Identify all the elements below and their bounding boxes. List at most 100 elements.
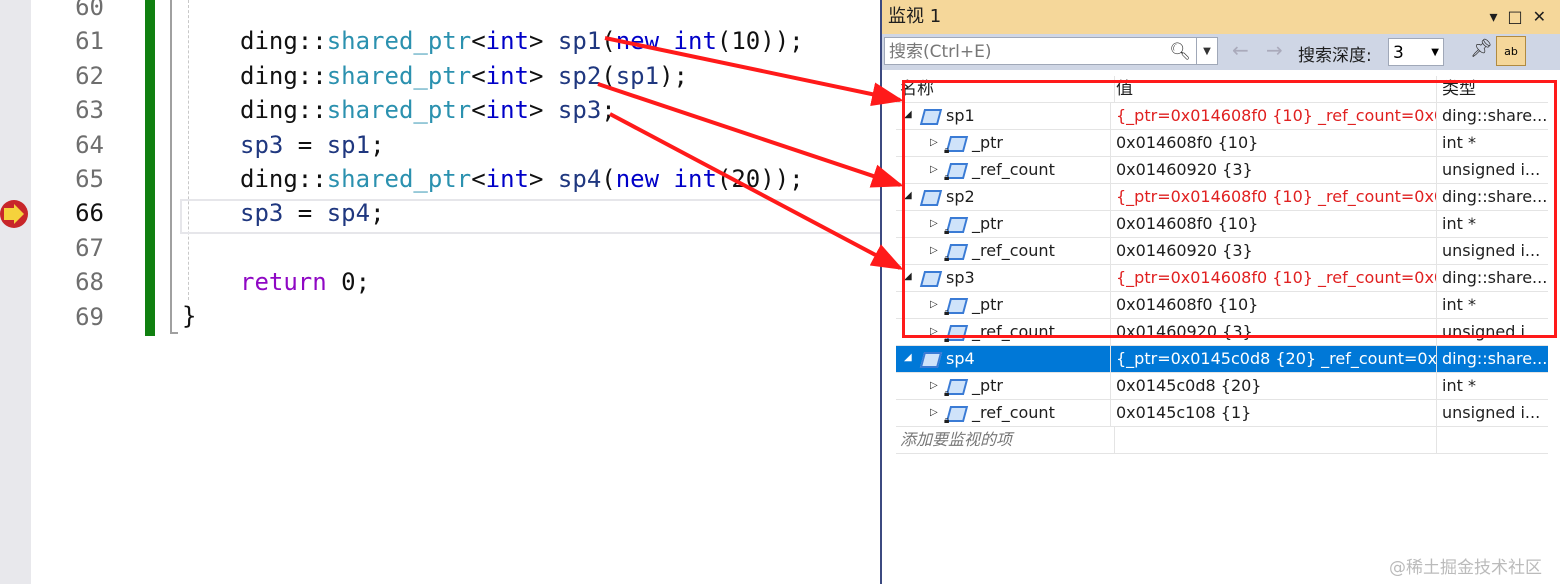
expand-triangle-icon[interactable]: ▷ xyxy=(930,130,938,156)
watch-value[interactable]: 0x01460920 {3} xyxy=(1112,157,1437,183)
code-token: ding:: xyxy=(240,165,327,193)
watch-row[interactable]: ◢ sp3 {_ptr=0x014608f0 {10} _ref_count=0… xyxy=(896,265,1548,292)
code-token: sp2 xyxy=(557,61,602,90)
code-token: sp1 xyxy=(557,27,602,56)
watch-value[interactable]: {_ptr=0x014608f0 {10} _ref_count=0x0... xyxy=(1112,184,1437,210)
watch-grid: 名称 值 类型 ◢ sp1 {_ptr=0x014608f0 {10} _ref… xyxy=(896,76,1548,454)
expand-triangle-icon[interactable]: ▷ xyxy=(930,157,938,183)
code-line[interactable]: sp3 = sp1; xyxy=(240,131,385,159)
code-token: > xyxy=(529,61,558,90)
watch-title-bar: 监视 1 ▾□✕ xyxy=(882,0,1560,34)
expand-triangle-icon[interactable]: ▷ xyxy=(930,238,938,264)
watch-title: 监视 1 xyxy=(888,6,942,27)
watch-value[interactable]: {_ptr=0x014608f0 {10} _ref_count=0x0... xyxy=(1112,103,1437,129)
watch-name: _ref_count xyxy=(972,241,1055,260)
watch-type: unsigned i... xyxy=(1442,160,1541,179)
expand-triangle-icon[interactable]: ▷ xyxy=(930,292,938,318)
code-token: new xyxy=(615,27,660,56)
lock-icon: 🔒︎ xyxy=(944,226,950,237)
code-line[interactable]: ding::shared_ptr<int> sp3; xyxy=(240,96,616,124)
code-token: int xyxy=(485,96,530,125)
watch-value[interactable]: 0x0145c0d8 {20} xyxy=(1112,373,1437,399)
watch-row[interactable]: ▷ 🔒︎ _ptr 0x0145c0d8 {20} int * xyxy=(896,373,1548,400)
watch-type: int * xyxy=(1442,376,1476,395)
lock-icon: 🔒︎ xyxy=(944,145,950,156)
code-line[interactable]: ding::shared_ptr<int> sp4(new int(20)); xyxy=(240,165,804,193)
column-name[interactable]: 名称 xyxy=(896,76,1115,102)
watch-row[interactable]: ▷ 🔒︎ _ref_count 0x01460920 {3} unsigned … xyxy=(896,319,1548,346)
code-token: shared_ptr xyxy=(326,96,472,125)
watch-name: _ptr xyxy=(972,133,1004,152)
watch-value[interactable]: {_ptr=0x0145c0d8 {20} _ref_count=0x0... xyxy=(1112,346,1437,372)
code-token: return xyxy=(240,268,327,297)
fold-outline[interactable] xyxy=(170,0,178,334)
watch-value[interactable]: 0x01460920 {3} xyxy=(1112,238,1437,264)
pin-icon[interactable]: 📌︎ xyxy=(1470,38,1493,59)
watch-value[interactable]: 0x0145c108 {1} xyxy=(1112,400,1437,426)
lock-icon: 🔒︎ xyxy=(944,307,950,318)
watch-type: ding::share... xyxy=(1442,106,1548,125)
code-line[interactable]: ding::shared_ptr<int> sp1(new int(10)); xyxy=(240,27,804,55)
close-icon[interactable]: ✕ xyxy=(1533,7,1556,26)
watermark: @稀土掘金技术社区 xyxy=(1389,558,1542,578)
watch-value[interactable]: {_ptr=0x014608f0 {10} _ref_count=0x0... xyxy=(1112,265,1437,291)
watch-name: sp2 xyxy=(946,187,975,206)
expand-triangle-icon[interactable]: ▷ xyxy=(930,400,938,426)
search-depth-value: 3 xyxy=(1393,43,1404,63)
search-dropdown-icon[interactable]: ▼ xyxy=(1196,38,1217,64)
search-icon[interactable]: 🔍︎ xyxy=(1169,38,1191,66)
collapse-triangle-icon[interactable]: ◢ xyxy=(904,265,912,290)
code-token: (20)); xyxy=(716,165,804,193)
code-token: sp1 xyxy=(615,61,660,90)
watch-type: int * xyxy=(1442,214,1476,233)
code-token: ( xyxy=(601,27,616,56)
expand-triangle-icon[interactable]: ▷ xyxy=(930,211,938,237)
code-token: shared_ptr xyxy=(326,27,472,56)
watch-row[interactable]: ▷ 🔒︎ _ref_count 0x01460920 {3} unsigned … xyxy=(896,157,1548,184)
watch-name: sp4 xyxy=(946,349,975,368)
watch-row[interactable]: ▷ 🔒︎ _ptr 0x014608f0 {10} int * xyxy=(896,211,1548,238)
collapse-triangle-icon[interactable]: ◢ xyxy=(904,184,912,209)
code-token: ding:: xyxy=(240,27,327,56)
code-token: ( xyxy=(601,61,616,90)
maximize-icon[interactable]: □ xyxy=(1507,7,1532,26)
watch-value[interactable]: 0x01460920 {3} xyxy=(1112,319,1437,345)
code-token: sp3 xyxy=(240,199,284,228)
watch-row[interactable]: ▷ 🔒︎ _ptr 0x014608f0 {10} int * xyxy=(896,130,1548,157)
watch-row[interactable]: ▷ 🔒︎ _ptr 0x014608f0 {10} int * xyxy=(896,292,1548,319)
code-token: ; xyxy=(370,199,385,228)
back-arrow-icon[interactable]: ← xyxy=(1232,38,1249,62)
watch-row[interactable]: ◢ sp2 {_ptr=0x014608f0 {10} _ref_count=0… xyxy=(896,184,1548,211)
expand-triangle-icon[interactable]: ▷ xyxy=(930,373,938,399)
collapse-triangle-icon[interactable]: ◢ xyxy=(904,346,912,371)
collapse-triangle-icon[interactable]: ◢ xyxy=(904,103,912,128)
forward-arrow-icon[interactable]: → xyxy=(1266,38,1283,62)
code-editor[interactable]: 60 61 ding::shared_ptr<int> sp1(new int(10… xyxy=(0,0,882,584)
watch-row[interactable]: ◢ sp4 {_ptr=0x0145c0d8 {20} _ref_count=0… xyxy=(896,346,1548,373)
watch-value[interactable]: 0x014608f0 {10} xyxy=(1112,130,1437,156)
watch-row[interactable]: ▷ 🔒︎ _ref_count 0x01460920 {3} unsigned … xyxy=(896,238,1548,265)
code-line[interactable]: return 0; xyxy=(240,268,370,296)
search-input[interactable]: 搜索(Ctrl+E) 🔍︎ ▼ xyxy=(884,37,1218,65)
code-token: ; xyxy=(370,130,385,159)
watch-value[interactable]: 0x014608f0 {10} xyxy=(1112,292,1437,318)
expand-triangle-icon[interactable]: ▷ xyxy=(930,319,938,345)
lock-icon: 🔒︎ xyxy=(944,172,950,183)
code-token: int xyxy=(485,165,530,193)
glyph-margin[interactable] xyxy=(0,0,31,584)
add-watch-row[interactable]: 添加要监视的项 xyxy=(896,427,1548,454)
hex-display-button[interactable]: ab xyxy=(1496,36,1526,66)
watch-row[interactable]: ▷ 🔒︎ _ref_count 0x0145c108 {1} unsigned … xyxy=(896,400,1548,427)
watch-value[interactable]: 0x014608f0 {10} xyxy=(1112,211,1437,237)
lock-icon: 🔒︎ xyxy=(944,334,950,345)
column-value[interactable]: 值 xyxy=(1112,76,1437,102)
dropdown-icon[interactable]: ▾ xyxy=(1489,7,1507,26)
search-depth-select[interactable]: 3 ▼ xyxy=(1388,38,1444,66)
watch-row[interactable]: ◢ sp1 {_ptr=0x014608f0 {10} _ref_count=0… xyxy=(896,103,1548,130)
code-line[interactable]: ding::shared_ptr<int> sp2(sp1); xyxy=(240,62,688,90)
column-type[interactable]: 类型 xyxy=(1438,76,1550,102)
add-watch-item[interactable]: 添加要监视的项 xyxy=(896,427,1115,453)
code-token: int xyxy=(673,165,717,193)
code-line[interactable]: sp3 = sp4; xyxy=(240,199,385,227)
